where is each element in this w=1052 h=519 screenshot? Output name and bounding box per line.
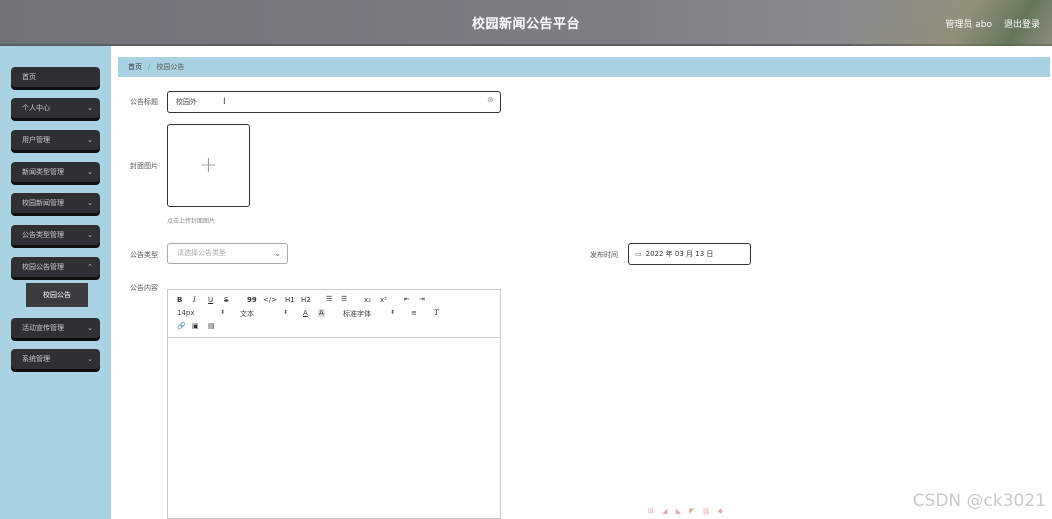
chevron-up-icon: ⌃ <box>87 263 93 271</box>
sidebar-item-user-management[interactable]: 用户管理 ⌄ <box>11 130 100 150</box>
outdent-icon[interactable]: ⇤ <box>404 295 410 303</box>
cover-upload-hint: 点击上传封面图片 <box>167 218 216 225</box>
bold-button[interactable]: B <box>177 296 182 304</box>
link-icon[interactable]: 🔗 <box>177 322 186 330</box>
breadcrumb-home[interactable]: 首页 <box>128 63 142 71</box>
indent-icon[interactable]: ⇥ <box>419 295 425 303</box>
sidebar-item-campus-notice[interactable]: 校园公告管理 ⌃ <box>11 257 100 277</box>
plus-icon: + <box>199 153 218 178</box>
breadcrumb: 首页 / 校园公告 <box>118 57 1050 77</box>
select-arrows-icon: ⬍ <box>220 309 226 316</box>
clear-icon[interactable]: ⊗ <box>487 95 494 104</box>
sidebar-item-label: 公告类型管理 <box>22 231 64 239</box>
chevron-down-icon: ⌄ <box>274 249 281 258</box>
italic-button[interactable]: I <box>193 296 196 304</box>
bullet-list-icon[interactable]: ☰ <box>341 295 347 303</box>
text-cursor-icon: I <box>223 97 226 107</box>
date-label: 发布时间 <box>590 251 618 259</box>
blockquote-button[interactable]: 99 <box>247 296 257 304</box>
publish-date-value: 2022 年 03 月 13 日 <box>645 250 714 258</box>
text-style-select[interactable]: 文本 ⬍ <box>240 309 290 319</box>
logout-link[interactable]: 退出登录 <box>1004 17 1040 30</box>
sidebar-item-label: 校园新闻管理 <box>22 199 64 207</box>
background-color-icon[interactable]: A <box>318 309 325 317</box>
code-block-button[interactable]: </> <box>263 296 277 304</box>
type-label: 公告类型 <box>130 251 158 259</box>
heading2-button[interactable]: H2 <box>301 296 311 304</box>
strikethrough-button[interactable]: S <box>224 296 228 304</box>
align-icon[interactable]: ≡ <box>411 309 417 317</box>
sidebar-item-label: 首页 <box>22 73 36 81</box>
watermark: CSDN @ck3021 <box>912 491 1046 511</box>
sidebar-item-label: 校园公告管理 <box>22 263 64 271</box>
text-style-value: 文本 <box>240 310 254 318</box>
sidebar-item-system[interactable]: 系统管理 ⌄ <box>11 349 100 369</box>
font-size-select[interactable]: 14px ⬍ <box>177 309 227 317</box>
chevron-down-icon: ⌄ <box>87 168 93 176</box>
cover-upload-button[interactable]: + <box>167 124 250 207</box>
video-icon[interactable]: ▤ <box>208 322 215 330</box>
select-arrows-icon: ⬍ <box>390 309 396 316</box>
font-size-value: 14px <box>177 309 195 317</box>
cover-label: 封面图片 <box>130 162 158 170</box>
chevron-down-icon: ⌄ <box>87 324 93 332</box>
editor-content-area[interactable] <box>168 338 500 518</box>
chevron-down-icon: ⌄ <box>87 136 93 144</box>
breadcrumb-current: 校园公告 <box>156 63 185 71</box>
subscript-button[interactable]: x₂ <box>364 296 371 304</box>
sidebar-item-label: 个人中心 <box>22 104 50 112</box>
calendar-icon: ▭ <box>635 250 642 258</box>
toolbar-tray-icons: ⊞ ◢ ◣ ◤ ▥ ◆ <box>648 507 727 515</box>
sidebar-item-personal-center[interactable]: 个人中心 ⌄ <box>11 98 100 118</box>
chevron-down-icon: ⌄ <box>87 199 93 207</box>
ordered-list-icon[interactable]: ☰ <box>326 295 332 303</box>
font-color-icon[interactable]: A <box>303 309 308 317</box>
sidebar-item-news-type[interactable]: 新闻类型管理 ⌄ <box>11 162 100 182</box>
superscript-button[interactable]: x² <box>380 296 387 304</box>
sidebar-item-activity[interactable]: 活动宣传管理 ⌄ <box>11 318 100 338</box>
title-input[interactable]: 校园外 <box>167 91 501 113</box>
sidebar-item-label: 活动宣传管理 <box>22 324 64 332</box>
font-family-value: 标准字体 <box>343 310 371 318</box>
sidebar-item-label: 新闻类型管理 <box>22 168 64 176</box>
rich-text-editor: B I U S 99 </> H1 H2 ☰ ☰ x₂ x² ⇤ ⇥ 14px ⬍… <box>167 289 501 519</box>
sidebar-item-notice-type[interactable]: 公告类型管理 ⌄ <box>11 225 100 245</box>
sidebar-item-home[interactable]: 首页 <box>11 67 100 87</box>
top-header: 校园新闻公告平台 管理员 abo 退出登录 <box>0 0 1052 46</box>
chevron-down-icon: ⌄ <box>87 231 93 239</box>
heading1-button[interactable]: H1 <box>285 296 295 304</box>
clear-format-icon[interactable]: T <box>434 309 439 317</box>
select-arrows-icon: ⬍ <box>283 309 289 316</box>
submenu-item-campus-notice[interactable]: 校园公告 <box>26 283 88 307</box>
breadcrumb-separator: / <box>148 63 151 71</box>
publish-date-picker[interactable]: ▭ 2022 年 03 月 13 日 <box>628 243 751 265</box>
notice-type-placeholder: 请选择公告类型 <box>177 249 226 257</box>
sidebar-item-campus-news[interactable]: 校园新闻管理 ⌄ <box>11 193 100 213</box>
editor-toolbar: B I U S 99 </> H1 H2 ☰ ☰ x₂ x² ⇤ ⇥ 14px ⬍… <box>168 290 500 338</box>
notice-type-select[interactable]: 请选择公告类型 ⌄ <box>167 243 288 264</box>
sidebar-item-label: 系统管理 <box>22 355 50 363</box>
sidebar-item-label: 用户管理 <box>22 136 50 144</box>
title-input-value: 校园外 <box>176 98 197 106</box>
chevron-down-icon: ⌄ <box>87 104 93 112</box>
font-family-select[interactable]: 标准字体 ⬍ <box>343 309 398 319</box>
underline-button[interactable]: U <box>208 296 213 304</box>
site-title: 校园新闻公告平台 <box>471 17 580 32</box>
title-label: 公告标题 <box>130 98 158 106</box>
content-label: 公告内容 <box>130 284 158 292</box>
image-icon[interactable]: ▣ <box>192 322 199 330</box>
current-user-label: 管理员 abo <box>945 20 992 30</box>
chevron-down-icon: ⌄ <box>87 355 93 363</box>
